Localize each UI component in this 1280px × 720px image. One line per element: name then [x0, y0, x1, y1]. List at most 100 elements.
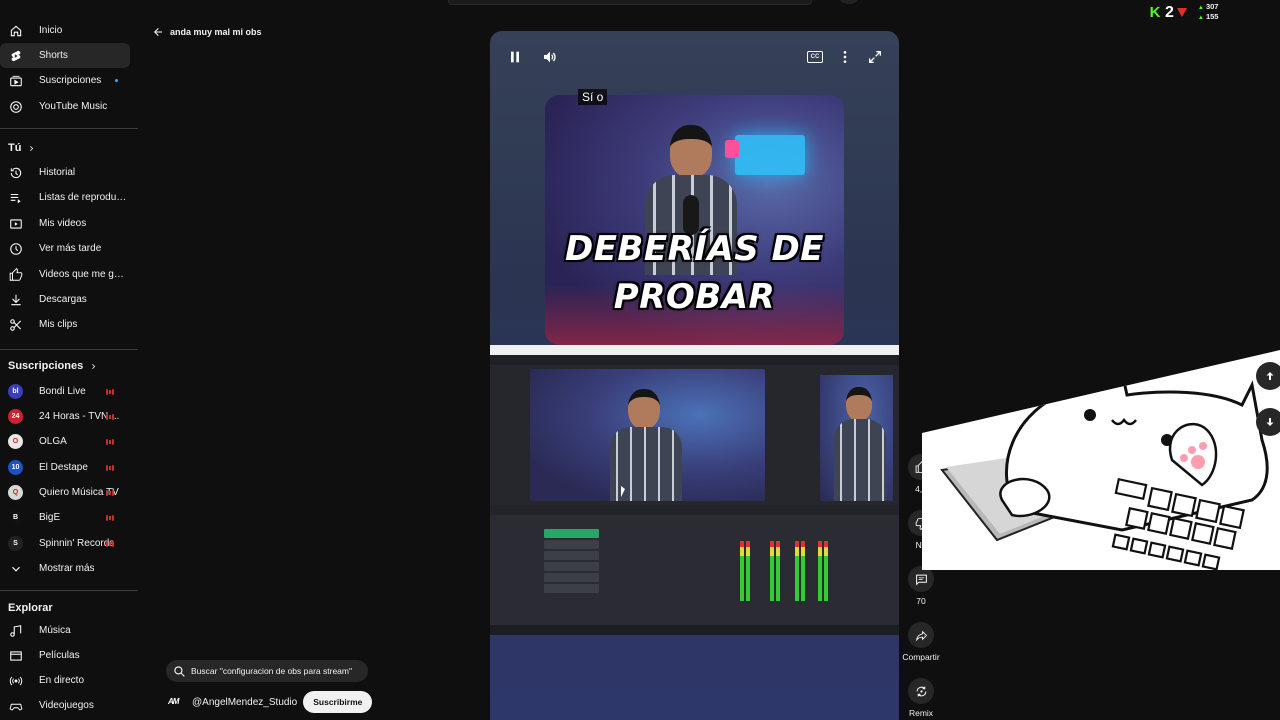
sidebar-item-label: Suscripciones	[39, 75, 102, 86]
sidebar-item-live[interactable]: En directo	[0, 668, 130, 693]
top-icon-edge	[840, 0, 858, 4]
history-icon	[9, 166, 23, 180]
sidebar-item-playlists[interactable]: Listas de reproducc...	[0, 185, 130, 210]
music-icon	[9, 624, 23, 638]
search-icon	[174, 665, 185, 677]
subscription-item[interactable]: O OLGA	[0, 429, 130, 454]
bongo-cat-overlay	[922, 350, 1280, 570]
liked-videos-icon	[9, 267, 23, 282]
sidebar-item-history[interactable]: Historial	[0, 160, 130, 185]
subscribe-button[interactable]: Suscribirme	[303, 691, 373, 713]
live-indicator-icon	[106, 540, 114, 547]
sidebar-item-liked-videos[interactable]: Videos que me gus...	[0, 262, 130, 287]
share-button[interactable]: Compartir	[902, 622, 940, 662]
comments-button[interactable]: 70	[903, 566, 939, 606]
channel-avatar: B	[8, 510, 23, 525]
section-title-text: Suscripciones	[8, 360, 84, 372]
section-you[interactable]: Tú	[8, 142, 36, 154]
kick-count: 2	[1165, 3, 1174, 21]
shorts-player[interactable]: CC Sí o DEBERÍAS DE PROBAR	[490, 31, 899, 720]
sidebar-item-downloads[interactable]: Descargas	[0, 287, 130, 312]
channel-avatar: bl	[8, 384, 23, 399]
sidebar-item-clips[interactable]: Mis clips	[0, 312, 130, 337]
previous-short-button[interactable]	[1256, 362, 1280, 390]
new-content-dot	[115, 79, 118, 82]
sidebar-item-label: Historial	[39, 167, 76, 178]
subscription-item[interactable]: S Spinnin' Records	[0, 531, 130, 556]
sidebar-item-gaming[interactable]: Videojuegos	[0, 693, 130, 718]
subscription-item[interactable]: 24 24 Horas - TVN ...	[0, 404, 130, 429]
sidebar-item-youtube-music[interactable]: YouTube Music	[0, 94, 130, 119]
next-short-button[interactable]	[1256, 408, 1280, 436]
share-label: Compartir	[902, 652, 940, 662]
channel-name[interactable]: @AngelMendez_Studio	[192, 697, 297, 708]
subscription-item[interactable]: 10 El Destape	[0, 455, 130, 480]
sidebar-item-label: YouTube Music	[39, 101, 108, 112]
live-indicator-icon	[106, 464, 114, 471]
my-videos-icon	[9, 217, 23, 231]
top-search-edge	[448, 0, 812, 5]
sidebar-item-label: Música	[39, 625, 71, 636]
obs-preview	[530, 369, 765, 501]
sidebar-item-watch-later[interactable]: Ver más tarde	[0, 236, 130, 261]
captions-button[interactable]: CC	[807, 51, 823, 63]
obs-vertical-preview	[820, 375, 893, 501]
sidebar-item-label: Spinnin' Records	[39, 538, 115, 549]
sidebar-item-music[interactable]: Música	[0, 618, 130, 643]
channel-logo[interactable]: AM	[168, 697, 186, 707]
sidebar-item-subscriptions[interactable]: Suscripciones	[0, 68, 130, 93]
sidebar-divider	[0, 590, 138, 591]
remix-button[interactable]: Remix	[903, 678, 939, 718]
subscription-item[interactable]: B BigE	[0, 505, 130, 530]
shorts-icon	[9, 49, 23, 63]
comment-count: 70	[916, 596, 926, 606]
sidebar-item-label: Videojuegos	[39, 700, 94, 711]
pause-button[interactable]	[506, 48, 524, 66]
sidebar-divider	[0, 128, 138, 129]
short-title: anda muy mal mi obs	[170, 27, 262, 37]
youtube-music-icon	[9, 100, 23, 114]
chevron-right-icon	[92, 363, 96, 369]
home-icon	[9, 24, 23, 38]
channel-avatar: 10	[8, 460, 23, 475]
sidebar-item-home[interactable]: Inicio	[0, 18, 130, 43]
video-thumbnail-frame: DEBERÍAS DE PROBAR	[545, 95, 844, 345]
chevron-right-icon	[30, 145, 34, 151]
back-link[interactable]: anda muy mal mi obs	[152, 26, 262, 38]
kick-stat-top: 307	[1205, 2, 1219, 11]
related-search-chip[interactable]: Buscar "configuracion de obs para stream…	[166, 660, 368, 682]
more-options-button[interactable]	[837, 49, 853, 65]
watch-later-icon	[9, 242, 23, 256]
clips-icon	[9, 318, 23, 332]
subscription-item[interactable]: bl Bondi Live	[0, 379, 130, 404]
down-arrow-icon	[1176, 8, 1187, 17]
sidebar-divider	[0, 349, 138, 350]
more-vertical-icon	[843, 51, 847, 63]
subscription-item[interactable]: Q Quiero Música TV	[0, 480, 130, 505]
arrow-left-icon	[154, 28, 162, 36]
movies-icon	[9, 649, 23, 663]
pause-icon	[511, 51, 519, 63]
share-icon	[915, 630, 927, 641]
sidebar-item-movies[interactable]: Películas	[0, 643, 130, 668]
arrow-up-icon	[1266, 372, 1274, 380]
thumbnail-title-line2: PROBAR	[613, 277, 776, 317]
remix-label: Remix	[908, 708, 934, 718]
live-indicator-icon	[106, 438, 114, 445]
sidebar-item-my-videos[interactable]: Mis videos	[0, 211, 130, 236]
live-indicator-icon	[106, 489, 114, 496]
fullscreen-button[interactable]	[867, 49, 883, 65]
channel-avatar: S	[8, 536, 23, 551]
sidebar-item-shorts[interactable]: Shorts	[0, 43, 130, 68]
downloads-icon	[9, 293, 23, 307]
obs-screenshot	[490, 345, 899, 635]
kick-stat-bottom: 155	[1205, 11, 1219, 21]
comment-icon	[915, 574, 927, 586]
section-subscriptions[interactable]: Suscripciones	[8, 360, 98, 372]
playlists-icon	[9, 191, 23, 205]
live-caption: Sí o	[578, 89, 608, 105]
thumbnail-title-line1: DEBERÍAS DE	[564, 229, 824, 269]
channel-avatar: Q	[8, 485, 23, 500]
show-more-button[interactable]: Mostrar más	[0, 556, 130, 581]
volume-button[interactable]	[541, 48, 559, 66]
